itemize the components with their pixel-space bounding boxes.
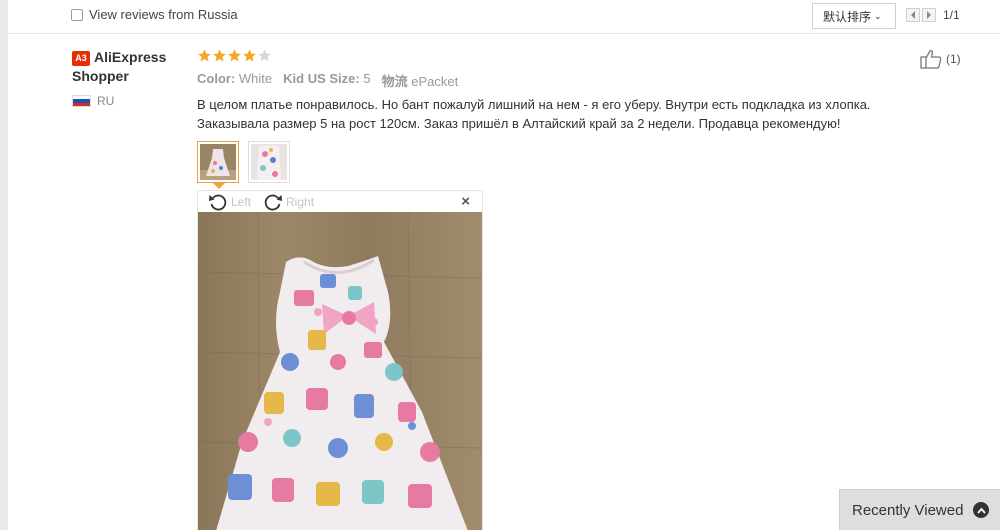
attribute-key: 物流: [381, 74, 408, 89]
rotate-left-button[interactable]: Left: [208, 192, 251, 212]
rotate-left-icon: [209, 194, 227, 210]
dress-thumbnail-image: [251, 144, 287, 180]
sort-dropdown[interactable]: 默认排序 ⌄: [812, 3, 896, 29]
star-empty-icon: [258, 49, 271, 62]
review-photo-thumbnail[interactable]: [248, 141, 290, 183]
russia-filter-label: View reviews from Russia: [89, 7, 238, 22]
prev-page-button[interactable]: [906, 8, 920, 22]
dress-thumbnail-image: [200, 144, 236, 180]
pager: 1/1: [906, 8, 960, 22]
next-page-button[interactable]: [922, 8, 936, 22]
rotate-left-label: Left: [231, 194, 252, 209]
reviewer-country: RU: [72, 94, 187, 108]
dress-photo: [198, 212, 482, 530]
recently-viewed-button[interactable]: Recently Viewed: [839, 489, 1000, 530]
order-attributes: Color: White Kid US Size: 5 物流 ePacket: [197, 71, 469, 90]
review-photo-thumbnail[interactable]: [197, 141, 239, 189]
review-toolbar: View reviews from Russia 默认排序 ⌄ 1/1: [8, 0, 1000, 34]
page-count: 1/1: [943, 8, 960, 22]
reviewer-name-block: A3 AliExpress Shopper: [72, 48, 187, 86]
chevron-up-icon: [973, 502, 990, 518]
attribute-key: Kid US Size:: [283, 71, 360, 86]
helpful-button[interactable]: (1): [920, 49, 961, 69]
russia-filter[interactable]: View reviews from Russia: [71, 7, 238, 22]
review-text: В целом платье понравилось. Но бант пожа…: [197, 95, 917, 133]
attribute-color: Color: White: [197, 71, 272, 90]
photo-viewer-toolbar: Left Right ×: [198, 191, 482, 212]
chevron-right-icon: [927, 11, 931, 19]
attribute-key: Color:: [197, 71, 236, 86]
rotate-right-label: Right: [286, 194, 315, 209]
rotate-right-button[interactable]: Right: [263, 192, 314, 212]
buyer-level-badge: A3: [72, 51, 90, 66]
review-text-line: Заказывала размер 5 на рост 120см. Заказ…: [197, 116, 841, 131]
star-rating: [197, 48, 272, 63]
recently-viewed-label: Recently Viewed: [852, 501, 964, 519]
helpful-count: (1): [946, 52, 961, 66]
attribute-size: Kid US Size: 5: [283, 71, 370, 90]
attribute-value: 5: [363, 71, 371, 86]
photo-viewer: Left Right ×: [197, 190, 483, 530]
rotate-right-icon: [264, 194, 283, 210]
chevron-down-icon: ⌄: [874, 10, 882, 21]
star-icon: [228, 49, 241, 62]
russia-filter-checkbox[interactable]: [71, 8, 83, 21]
active-thumbnail-caret: [213, 183, 225, 189]
close-viewer-button[interactable]: ×: [461, 193, 470, 210]
sort-label: 默认排序: [823, 9, 872, 24]
thumbs-up-icon: [920, 50, 942, 69]
reviewer-info: A3 AliExpress Shopper RU: [72, 48, 187, 108]
star-icon: [213, 49, 226, 62]
star-icon: [243, 49, 256, 62]
russia-flag-icon: [72, 95, 91, 107]
attribute-value: ePacket: [411, 74, 459, 89]
country-code: RU: [97, 94, 115, 108]
review-panel: View reviews from Russia 默认排序 ⌄ 1/1 A3 Al…: [8, 0, 1000, 530]
review-photo-thumbnails: [197, 141, 299, 189]
star-icon: [198, 49, 211, 62]
attribute-value: White: [238, 71, 273, 86]
attribute-shipping: 物流 ePacket: [382, 71, 459, 90]
chevron-left-icon: [911, 11, 915, 19]
review-text-line: В целом платье понравилось. Но бант пожа…: [197, 97, 871, 112]
